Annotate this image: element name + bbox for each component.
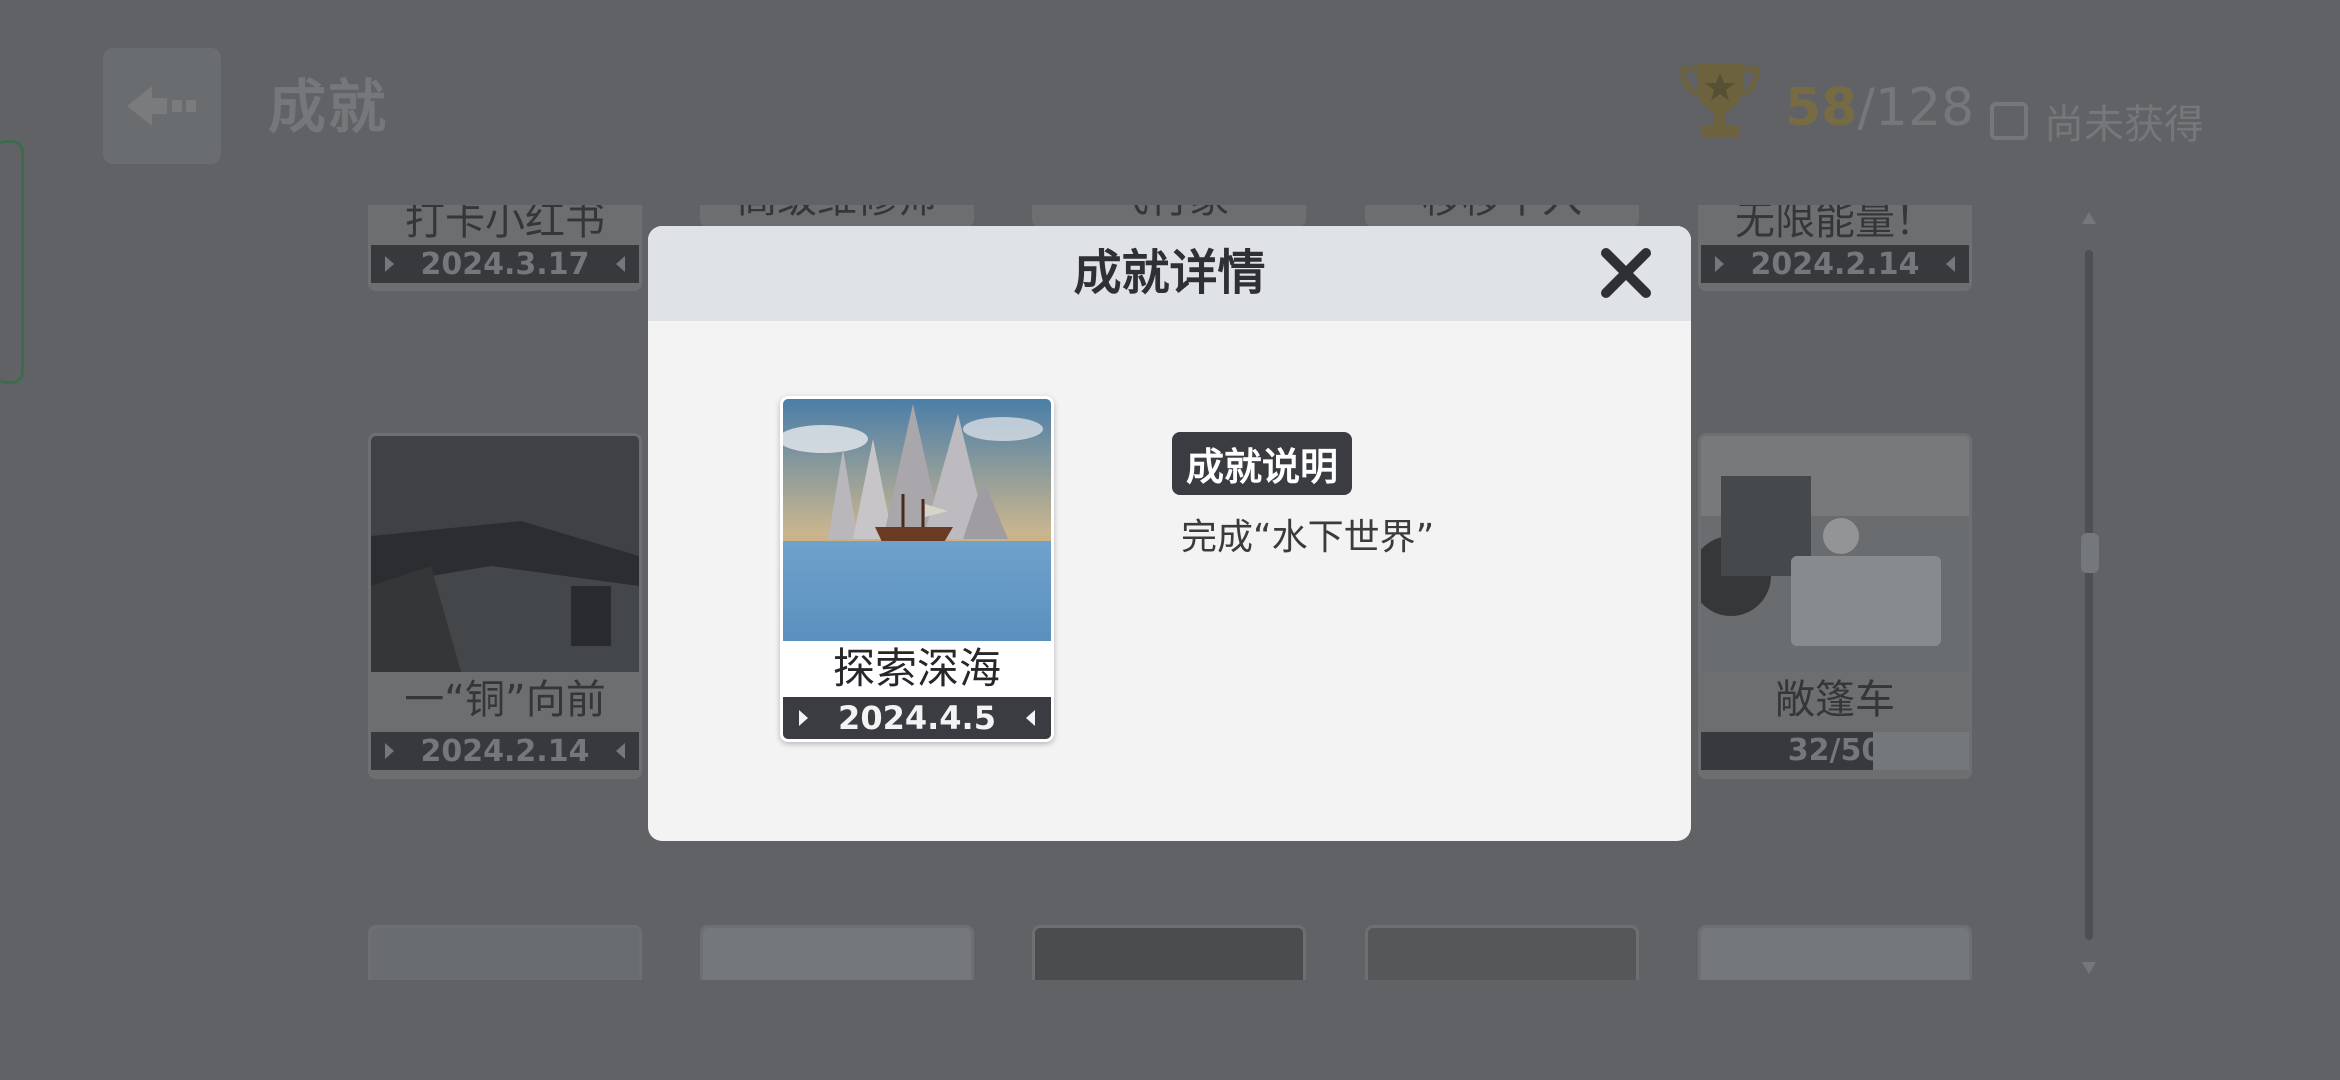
- achievement-card-detail: 探索深海 2024.4.5: [780, 396, 1054, 742]
- description-text: 完成“水下世界”: [1181, 517, 1435, 558]
- modal-title: 成就详情: [1073, 245, 1266, 301]
- achievement-detail-modal: 成就详情 探索深海 2024.4.5 成就说明 完成“水下世界”: [648, 226, 1691, 841]
- close-icon[interactable]: [1598, 245, 1654, 301]
- achievement-image: [783, 399, 1051, 642]
- description-label: 成就说明: [1172, 432, 1353, 495]
- achievement-name: 探索深海: [783, 641, 1051, 697]
- achievement-date: 2024.4.5: [783, 697, 1051, 739]
